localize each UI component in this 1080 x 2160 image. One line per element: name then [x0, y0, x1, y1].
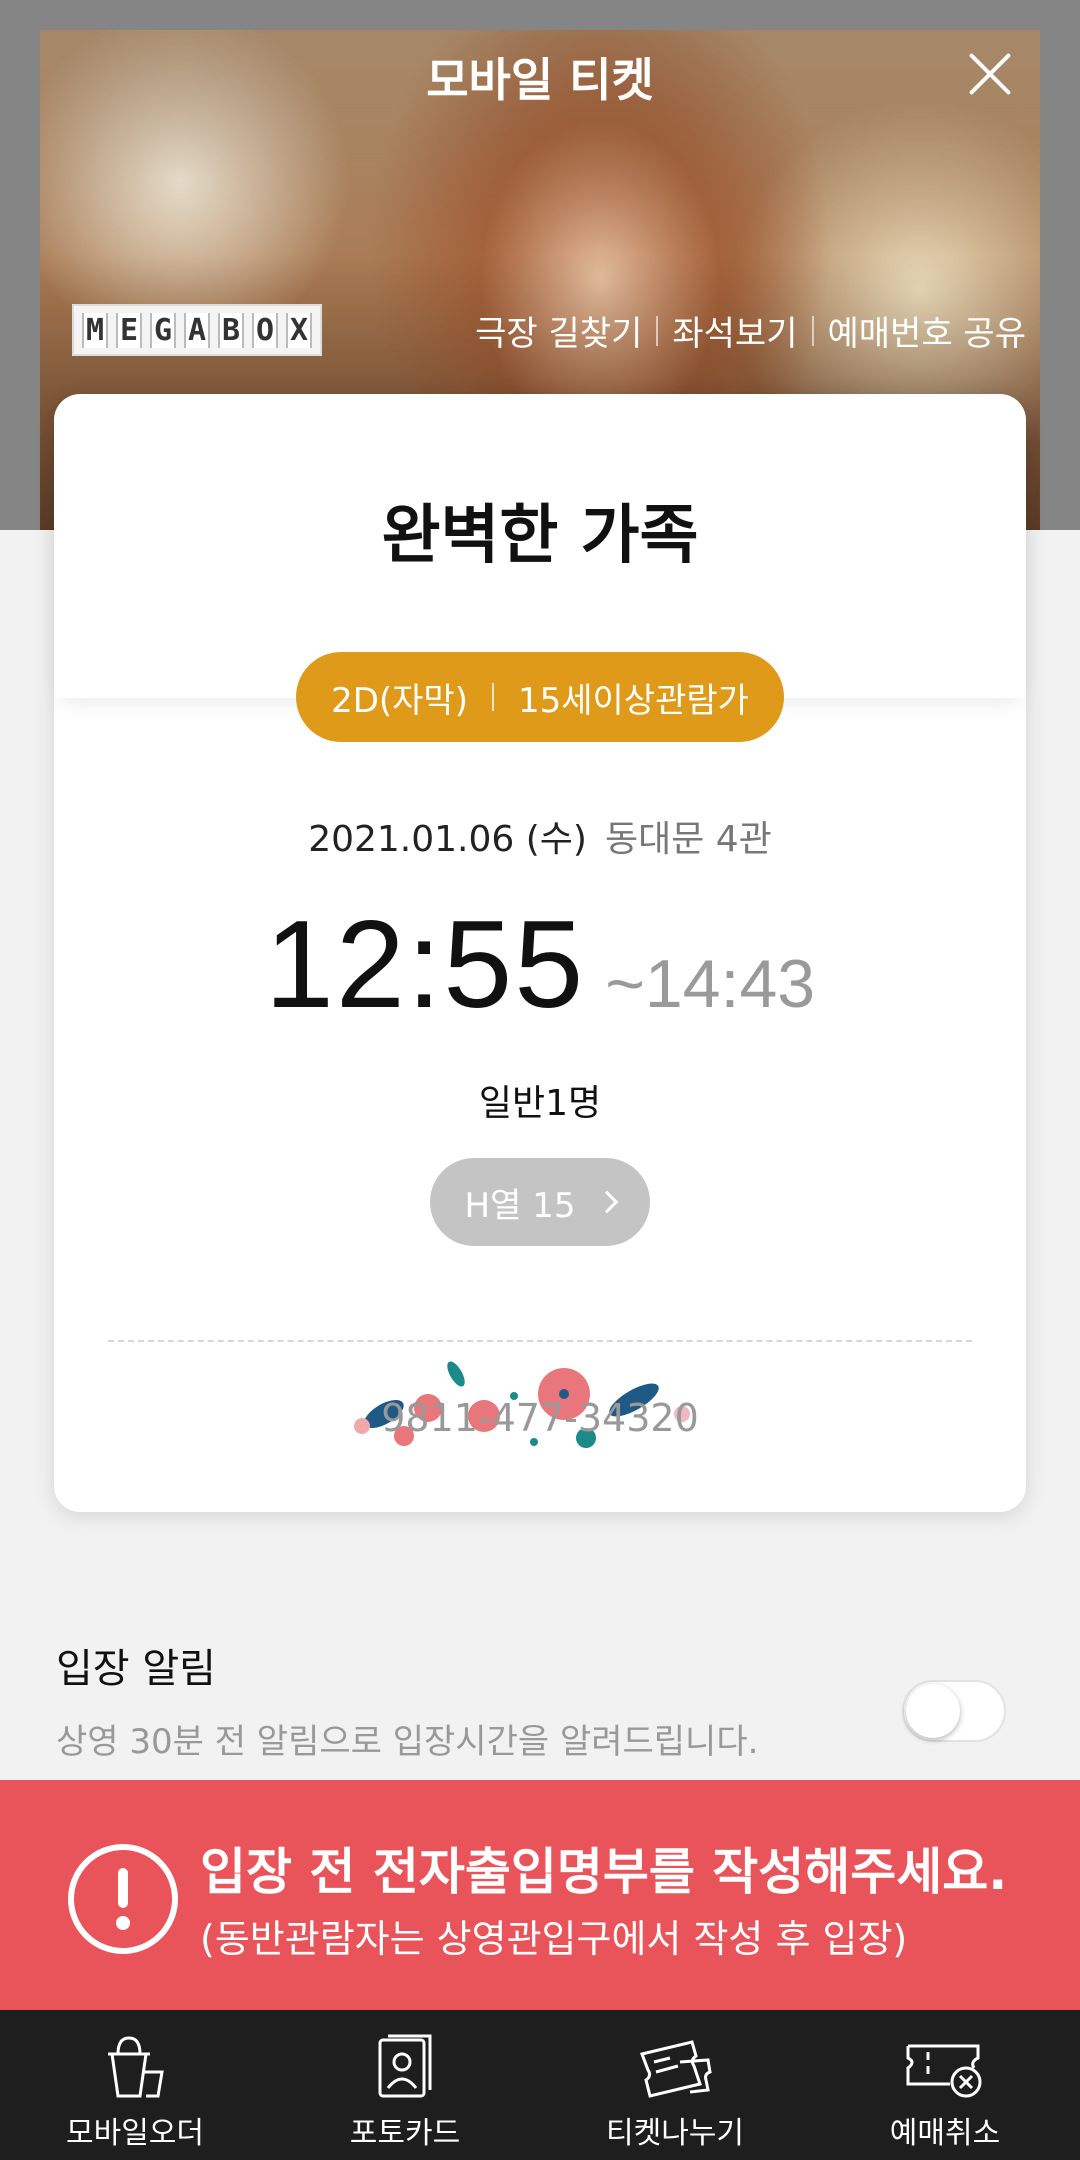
close-icon[interactable]	[960, 44, 1020, 104]
nav-label: 티켓나누기	[606, 2116, 744, 2151]
rating-label: 15세이상관람가	[517, 680, 749, 721]
exclamation-icon	[68, 1844, 178, 1954]
seat-label: H열 15	[464, 1185, 576, 1226]
banner-message: 입장 전 전자출입명부를 작성해주세요.	[200, 1843, 1008, 1901]
show-date: 2021.01.06 (수)	[308, 819, 587, 860]
nav-mobile-order[interactable]: 모바일오더	[0, 2010, 270, 2160]
seat-button[interactable]: H열 15	[430, 1158, 650, 1246]
entry-alert-title: 입장 알림	[56, 1646, 216, 1692]
drink-cup-icon	[108, 2036, 164, 2098]
end-time: ~14:43	[605, 946, 816, 1022]
banner-subtext: (동반관람자는 상영관입구에서 작성 후 입장)	[200, 1917, 908, 1961]
photo-card-icon	[378, 2034, 432, 2098]
divider	[491, 683, 494, 711]
view-seats-link[interactable]: 좌석보기	[672, 306, 797, 355]
megabox-logo: MEGABOX	[72, 304, 322, 356]
share-booking-link[interactable]: 예매번호 공유	[828, 306, 1027, 355]
toggle-knob	[906, 1684, 960, 1738]
nav-label: 포토카드	[349, 2116, 461, 2151]
header-links: 극장 길찾기 좌석보기 예매번호 공유	[475, 306, 1026, 355]
divider	[811, 315, 814, 346]
chevron-right-icon	[596, 1190, 619, 1214]
entry-log-banner[interactable]: 입장 전 전자출입명부를 작성해주세요. (동반관람자는 상영관입구에서 작성 …	[0, 1780, 1080, 2010]
format-badge: 2D(자막) 15세이상관람가	[296, 652, 784, 742]
nav-photo-card[interactable]: 포토카드	[270, 2010, 540, 2160]
nav-label: 예매취소	[889, 2116, 1001, 2151]
cancel-ticket-icon	[906, 2044, 982, 2098]
start-time: 12:55	[264, 896, 586, 1034]
date-screen-line: 2021.01.06 (수) 동대문 4관	[54, 810, 1026, 862]
bottom-navigation: 모바일오더 포토카드 티켓나누기 예매취소	[0, 2010, 1080, 2160]
booking-number: 9811-477-34320	[381, 1396, 699, 1440]
share-ticket-icon	[639, 2040, 712, 2098]
ticket-card: 완벽한 가족 2D(자막) 15세이상관람가 2021.01.06 (수) 동대문…	[54, 394, 1026, 1512]
entry-alert-description: 상영 30분 전 알림으로 입장시간을 알려드립니다.	[56, 1722, 759, 1762]
entry-alert-toggle[interactable]	[902, 1680, 1006, 1742]
page-title: 모바일 티켓	[426, 53, 654, 107]
divider	[656, 315, 659, 346]
screen-name: 동대문 4관	[604, 819, 772, 860]
audience-count: 일반1명	[478, 1083, 602, 1124]
dashed-divider	[108, 1340, 972, 1342]
nav-label: 모바일오더	[66, 2116, 204, 2151]
theater-directions-link[interactable]: 극장 길찾기	[475, 306, 642, 355]
nav-cancel-booking[interactable]: 예매취소	[810, 2010, 1080, 2160]
movie-title: 완벽한 가족	[381, 499, 699, 573]
format-label: 2D(자막)	[331, 680, 468, 721]
showtime: 12:55 ~14:43	[54, 894, 1026, 1036]
nav-share-ticket[interactable]: 티켓나누기	[540, 2010, 810, 2160]
